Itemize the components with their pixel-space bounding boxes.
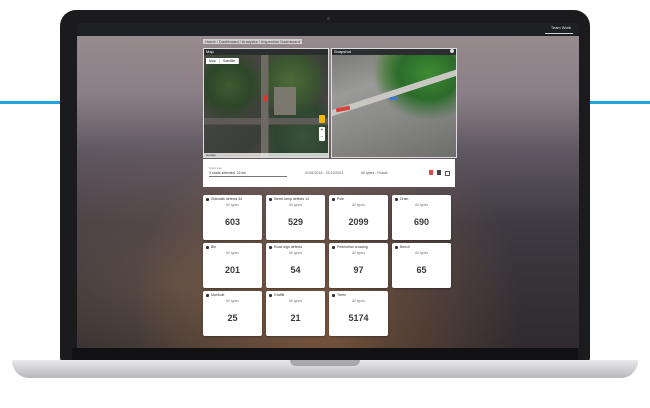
zoom-control[interactable]: + −: [319, 127, 325, 141]
stat-card-label: Sidewalk defects 44: [211, 197, 243, 201]
stat-card-label: Bin: [211, 245, 217, 249]
stat-card-subtitle: All types: [225, 299, 240, 303]
stat-card[interactable]: Pole All types 2099: [329, 195, 388, 240]
stat-card-value: 2099: [348, 217, 369, 227]
stat-card-label: Drain: [400, 197, 409, 201]
zoom-in-icon[interactable]: +: [319, 127, 325, 134]
stat-card-subtitle: All types: [351, 203, 366, 207]
pdf-icon[interactable]: [429, 170, 433, 175]
map-toggle-satellite[interactable]: Satellite: [220, 58, 240, 64]
stat-card-label: Manhole: [211, 293, 225, 297]
stat-card-value: 65: [416, 265, 427, 275]
stat-card-subtitle: All types: [414, 251, 429, 255]
stat-card[interactable]: Road sign defects All types 54: [266, 243, 325, 288]
laptop-screen: Team Work Home / Dashboard / Analytics /…: [77, 23, 579, 348]
filter-actions: [429, 170, 450, 176]
bin-icon: [206, 246, 209, 249]
map-panel[interactable]: Map Map Satellite + − Google: [203, 48, 329, 158]
lamp-icon: [269, 198, 272, 201]
stat-card[interactable]: Pedestrian crossing All types 97: [329, 243, 388, 288]
stat-card-value: 201: [224, 265, 241, 275]
stat-card-label: Bench: [400, 245, 410, 249]
map-toggle-map[interactable]: Map: [206, 58, 220, 64]
tree-icon: [332, 294, 335, 297]
stat-card[interactable]: Graffiti All types 21: [266, 291, 325, 336]
crack-icon: [206, 198, 209, 201]
top-bar: Team Work: [77, 23, 579, 36]
map-type-toggle[interactable]: Map Satellite: [206, 58, 240, 64]
camera-icon: [327, 17, 330, 20]
stat-card-label: Street lamp defects 12: [274, 197, 310, 201]
laptop-bezel: [72, 348, 578, 360]
stat-card-subtitle: All types: [288, 251, 303, 255]
type-filter[interactable]: All types - Roads: [361, 171, 387, 175]
stat-card-value: 54: [290, 265, 301, 275]
stat-card-label: Pedestrian crossing: [337, 245, 368, 249]
area-select-value: 3 roads selected, 24 km: [209, 171, 247, 175]
stat-card-subtitle: All types: [288, 203, 303, 207]
stat-card[interactable]: Street lamp defects 12 All types 529: [266, 195, 325, 240]
stat-card-subtitle: All types: [351, 299, 366, 303]
stat-card-value: 21: [290, 313, 301, 323]
decor-line-right: [580, 101, 650, 104]
stat-card[interactable]: Manhole All types 25: [203, 291, 262, 336]
stat-card-value: 529: [287, 217, 304, 227]
stat-card-label: Pole: [337, 197, 345, 201]
expand-icon[interactable]: [450, 49, 454, 53]
pole-icon: [332, 198, 335, 201]
stat-card[interactable]: Drain All types 690: [392, 195, 451, 240]
location-marker-icon[interactable]: [264, 95, 267, 101]
defect-marker-blue: [390, 97, 398, 100]
date-range[interactable]: 01/01/2024 - 31/12/2024: [305, 171, 343, 175]
stat-card[interactable]: Bench All types 65: [392, 243, 451, 288]
stat-card-label: Trees: [337, 293, 346, 297]
stat-card-subtitle: All types: [288, 299, 303, 303]
stat-card-subtitle: All types: [414, 203, 429, 207]
stat-card[interactable]: Bin All types 201: [203, 243, 262, 288]
stat-card-value: 690: [413, 217, 430, 227]
laptop-notch: [290, 360, 360, 366]
stat-card[interactable]: Sidewalk defects 44 All types 603: [203, 195, 262, 240]
stat-card-label: Road sign defects: [274, 245, 303, 249]
user-menu-underline: [545, 33, 573, 34]
stat-card[interactable]: Trees All types 5174: [329, 291, 388, 336]
stat-card-subtitle: All types: [225, 203, 240, 207]
satellite-map[interactable]: [204, 55, 328, 157]
breadcrumb[interactable]: Home / Dashboard / Analytics / Inspectio…: [203, 39, 302, 44]
stat-card-label: Graffiti: [274, 293, 285, 297]
stat-card-value: 25: [227, 313, 238, 323]
stat-card-subtitle: All types: [225, 251, 240, 255]
table-icon[interactable]: [437, 170, 441, 175]
stat-card-value: 5174: [348, 313, 369, 323]
snapshot-panel[interactable]: Snapshot: [331, 48, 457, 158]
map-panel-title: Map: [206, 49, 214, 54]
crossing-icon: [332, 246, 335, 249]
filter-bar: Select area 3 roads selected, 24 km 01/0…: [203, 159, 455, 187]
settings-icon[interactable]: [445, 171, 450, 176]
pegman-icon[interactable]: [319, 115, 325, 123]
stat-card-subtitle: All types: [351, 251, 366, 255]
area-select-field[interactable]: Select area 3 roads selected, 24 km: [209, 167, 287, 177]
sign-icon: [269, 246, 272, 249]
map-building: [274, 87, 296, 115]
map-footer: [204, 153, 328, 157]
stat-card-value: 97: [353, 265, 364, 275]
snapshot-panel-title: Snapshot: [334, 49, 351, 54]
manhole-icon: [206, 294, 209, 297]
google-logo: Google: [206, 153, 216, 157]
bench-icon: [395, 246, 398, 249]
drain-icon: [395, 198, 398, 201]
stat-card-value: 603: [224, 217, 241, 227]
graffiti-icon: [269, 294, 272, 297]
zoom-out-icon[interactable]: −: [319, 134, 325, 141]
area-select-label: Select area: [209, 167, 222, 170]
user-menu[interactable]: Team Work: [551, 25, 571, 30]
